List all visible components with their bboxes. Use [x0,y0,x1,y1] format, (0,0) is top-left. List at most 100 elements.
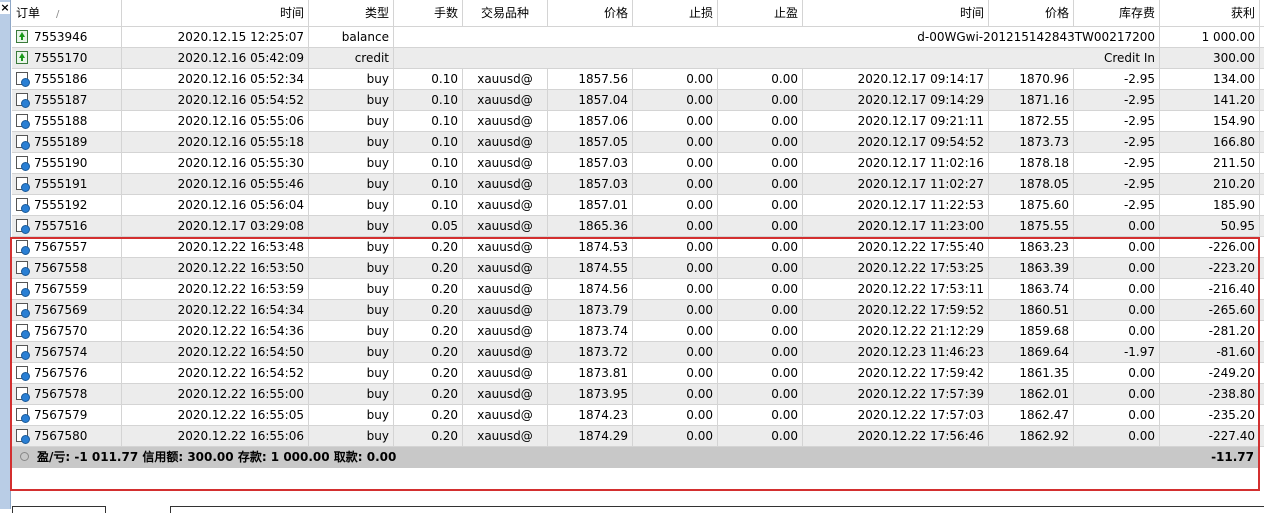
cell-tp: 0.00 [718,279,803,299]
cell-value: 1869.64 [1019,345,1069,359]
column-header[interactable]: 时间 [122,0,309,26]
deposit-icon [16,51,28,64]
cell-price: 1857.03 [548,174,633,194]
cell-value: -81.60 [1216,345,1255,359]
cell-value: 1857.56 [578,72,628,86]
cell-lots: 0.10 [394,111,463,131]
cell-value: 1862.92 [1019,429,1069,443]
column-header[interactable]: 止盈 [718,0,803,26]
cell-profit: -81.60 [1160,342,1260,362]
cell-symbol: xauusd@ [463,153,548,173]
cell-profit: 134.00 [1160,69,1260,89]
sort-indicator-icon: / [56,9,60,20]
cell-value: -249.20 [1208,366,1255,380]
cell-order: 7567559 [12,279,122,299]
cell-value: buy [366,345,389,359]
column-header[interactable]: 库存费 [1074,0,1160,26]
column-header[interactable]: 止损 [633,0,718,26]
cell-value: 0.00 [1128,219,1155,233]
cell-value: 7567578 [34,387,88,401]
table-row[interactable]: 7555191 2020.12.16 05:55:46 buy 0.10 xauusd@… [12,174,1264,195]
table-row[interactable]: 7567570 2020.12.22 16:54:36 buy 0.20 xauusd@… [12,321,1264,342]
cell-value: buy [366,72,389,86]
cell-value: 1873.72 [578,345,628,359]
table-row[interactable]: 7567580 2020.12.22 16:55:06 buy 0.20 xauusd@… [12,426,1264,447]
cell-profit: -238.80 [1160,384,1260,404]
cell-price: 1874.23 [548,405,633,425]
cell-value: 2020.12.22 17:53:25 [857,261,984,275]
column-header[interactable]: 价格 [548,0,633,26]
cell-swap: 0.00 [1074,216,1160,236]
cell-value: 2020.12.17 11:02:27 [857,177,984,191]
cell-time: 2020.12.22 16:54:34 [122,300,309,320]
cell-value: 50.95 [1220,219,1255,233]
column-header[interactable]: 时间 [803,0,989,26]
table-row[interactable]: 7567579 2020.12.22 16:55:05 buy 0.20 xauusd@… [12,405,1264,426]
cell-swap: -2.95 [1074,69,1160,89]
column-header[interactable]: 获利 [1160,0,1260,26]
cell-value: -226.00 [1208,240,1255,254]
cell-value: 1875.60 [1019,198,1069,212]
table-row[interactable]: 7555187 2020.12.16 05:54:52 buy 0.10 xauusd@… [12,90,1264,111]
close-icon[interactable]: × [0,2,10,14]
cell-order: 7567576 [12,363,122,383]
cell-tp: 0.00 [718,384,803,404]
table-row[interactable]: 7567574 2020.12.22 16:54:50 buy 0.20 xauusd@… [12,342,1264,363]
order-icon [16,429,30,444]
cell-swap: 0.00 [1074,321,1160,341]
cell-order: 7567579 [12,405,122,425]
column-header-label: 手数 [433,6,458,20]
cell-close-time: 2020.12.22 21:12:29 [803,321,989,341]
cell-price: 1857.56 [548,69,633,89]
table-row[interactable]: 7555188 2020.12.16 05:55:06 buy 0.10 xauusd@… [12,111,1264,132]
bottom-panel-right [170,506,1264,513]
cell-value: 0.00 [686,219,713,233]
cell-value: 0.00 [1128,240,1155,254]
cell-value: 7555190 [34,156,88,170]
cell-value: -265.60 [1208,303,1255,317]
table-row[interactable]: 7567576 2020.12.22 16:54:52 buy 0.20 xauusd@… [12,363,1264,384]
column-header[interactable]: 类型 [309,0,394,26]
table-row[interactable]: 7555192 2020.12.16 05:56:04 buy 0.10 xauusd@… [12,195,1264,216]
cell-value: 7555191 [34,177,88,191]
cell-value: xauusd@ [477,303,533,317]
table-row[interactable]: 7555190 2020.12.16 05:55:30 buy 0.10 xauusd@… [12,153,1264,174]
table-row[interactable]: 7555186 2020.12.16 05:52:34 buy 0.10 xauusd@… [12,69,1264,90]
cell-value: 166.80 [1213,135,1255,149]
cell-value: 2020.12.17 09:14:17 [857,72,984,86]
table-row[interactable]: 7567558 2020.12.22 16:53:50 buy 0.20 xauusd@… [12,258,1264,279]
column-header[interactable]: 订单 / [12,0,122,26]
cell-value: 0.00 [1128,324,1155,338]
cell-sl: 0.00 [633,384,718,404]
column-header[interactable]: 手数 [394,0,463,26]
column-header[interactable]: 交易品种 [463,0,548,26]
table-row[interactable]: 7567569 2020.12.22 16:54:34 buy 0.20 xauusd@… [12,300,1264,321]
cell-time: 2020.12.22 16:55:05 [122,405,309,425]
cell-comment-value: d-00WGwi-201215142843TW00217200 [917,30,1155,44]
table-row[interactable]: 7567559 2020.12.22 16:53:59 buy 0.20 xauusd@… [12,279,1264,300]
cell-tp: 0.00 [718,69,803,89]
cell-value: 0.20 [431,282,458,296]
cell-value: 7567574 [34,345,88,359]
cell-order: 7557516 [12,216,122,236]
table-row[interactable]: 7567578 2020.12.22 16:55:00 buy 0.20 xauusd@… [12,384,1264,405]
cell-value: buy [366,282,389,296]
table-row[interactable]: 7557516 2020.12.17 03:29:08 buy 0.05 xauusd@… [12,216,1264,237]
table-row[interactable]: 7567557 2020.12.22 16:53:48 buy 0.20 xauusd@… [12,237,1264,258]
cell-close-time: 2020.12.17 11:02:16 [803,153,989,173]
table-row[interactable]: 7555170 2020.12.16 05:42:09 credit Credit I… [12,48,1264,69]
table-row[interactable]: 7553946 2020.12.15 12:25:07 balance d-00WGw… [12,27,1264,48]
cell-value: 7555170 [34,51,88,65]
column-header-label: 止损 [688,6,713,20]
cell-type: buy [309,237,394,257]
column-header[interactable]: 价格 [989,0,1074,26]
cell-profit: -265.60 [1160,300,1260,320]
cell-swap: 0.00 [1074,258,1160,278]
cell-comment-value: Credit In [1103,51,1155,65]
table-row[interactable]: 7555189 2020.12.16 05:55:18 buy 0.10 xauusd@… [12,132,1264,153]
cell-time: 2020.12.16 05:42:09 [122,48,309,68]
cell-time: 2020.12.22 16:53:48 [122,237,309,257]
cell-value: 2020.12.22 16:54:52 [177,366,304,380]
cell-value: 141.20 [1213,93,1255,107]
cell-tp: 0.00 [718,174,803,194]
